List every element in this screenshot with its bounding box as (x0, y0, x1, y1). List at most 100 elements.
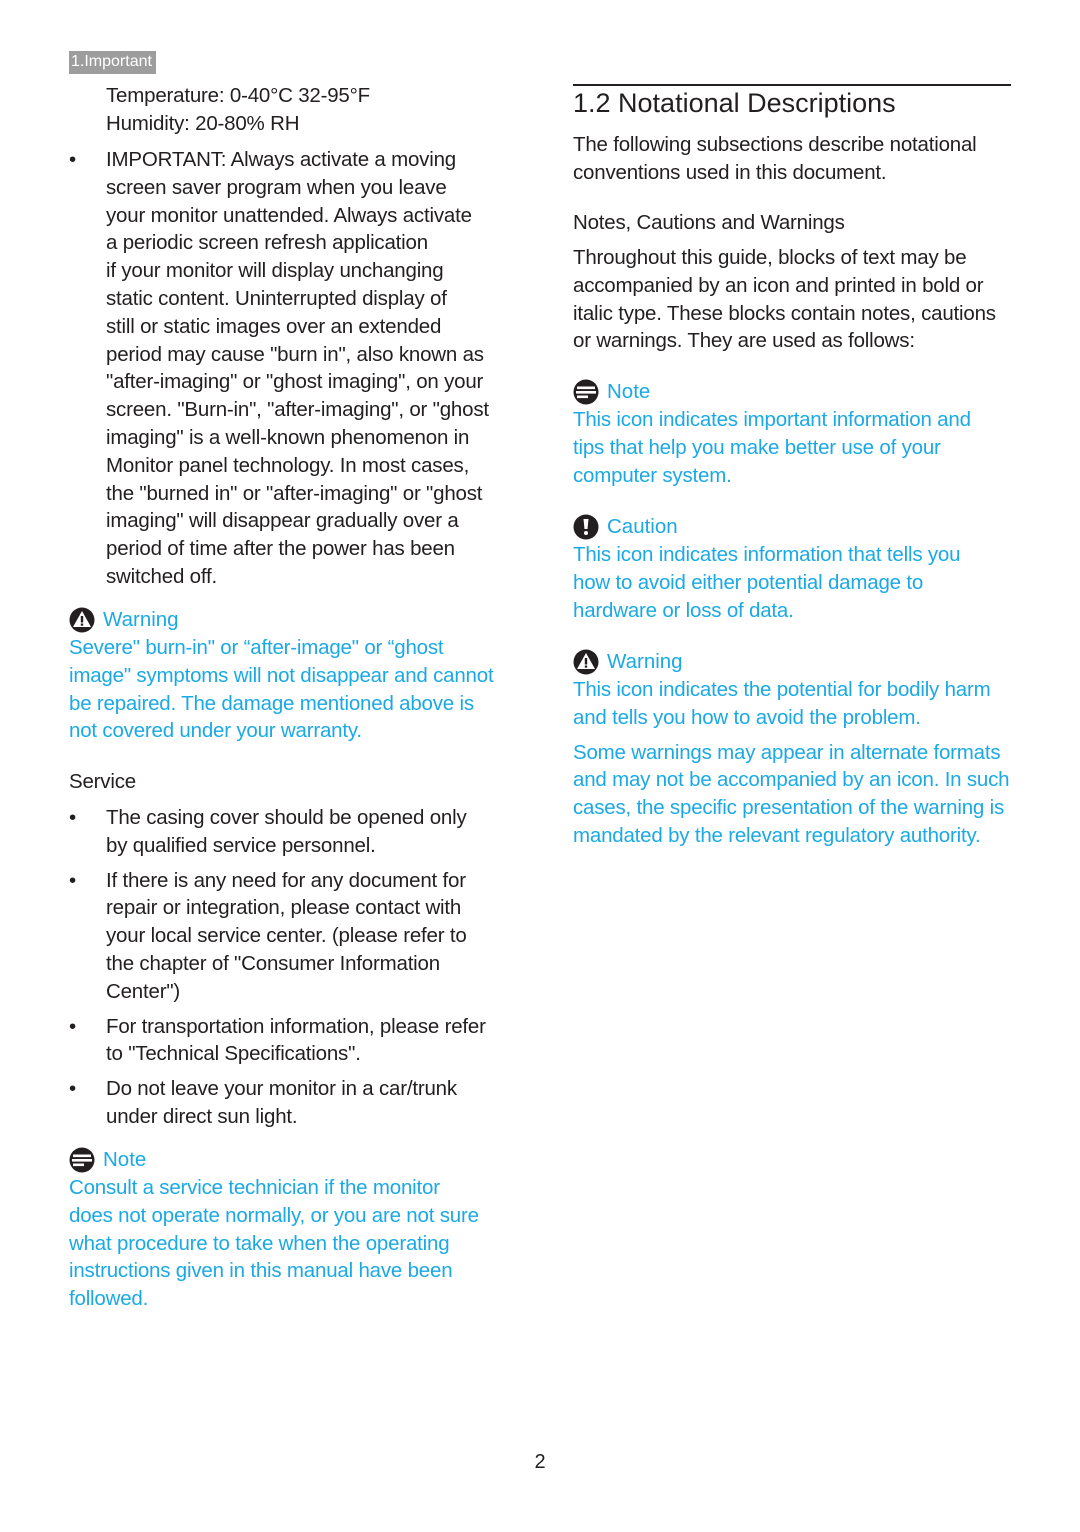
text-line: what procedure to take when the operatin… (69, 1231, 450, 1255)
text-line: not covered under your warranty. (69, 719, 362, 743)
important-bullet: • IMPORTANT: Always activate a moving scr… (69, 146, 551, 591)
text-line: how to avoid either potential damage to (573, 570, 924, 594)
text-line: italic type. These blocks contain notes,… (573, 301, 996, 325)
text-line: period of time after the power has been (106, 537, 455, 561)
warning-text: This icon indicates the potential for bo… (573, 676, 1011, 732)
warning-title: Warning (103, 608, 179, 631)
section-heading: 1.2 Notational Descriptions (573, 88, 896, 118)
text-line: mandated by the relevant regulatory auth… (573, 823, 981, 847)
text-line: repair or integration, please contact wi… (106, 896, 462, 920)
text-line: screen. "Burn-in", "after-imaging", or "… (106, 398, 489, 422)
humidity-spec: Humidity: 20-80% RH (106, 111, 300, 135)
warning-extra-text: Some warnings may appear in alternate fo… (573, 739, 1011, 850)
text-line: The following subsections describe notat… (573, 133, 977, 156)
text-line: image" symptoms will not disappear and c… (69, 663, 494, 687)
bullet-dot: • (69, 1014, 76, 1038)
text-line: Some warnings may appear in alternate fo… (573, 740, 1001, 764)
text-line: cases, the specific presentation of the … (573, 796, 1004, 820)
text-line: followed. (69, 1287, 149, 1311)
text-line: switched off. (106, 564, 217, 588)
text-line: Monitor panel technology. In most cases, (106, 453, 470, 477)
text-line: hardware or loss of data. (573, 598, 794, 622)
text-line: and tells you how to avoid the problem. (573, 705, 921, 729)
warning-block: Warning Severe" burn-in" or “after-image… (69, 606, 514, 745)
caution-title: Caution (607, 515, 678, 538)
text-line: under direct sun light. (106, 1104, 298, 1128)
caution-explain-block: Caution This icon indicates information … (573, 513, 1011, 624)
note-block: Note Consult a service technician if the… (69, 1146, 514, 1313)
caution-text: This icon indicates information that tel… (573, 541, 1011, 624)
text-line: Consult a service technician if the moni… (69, 1176, 440, 1199)
text-line: "after-imaging" or "ghost imaging", on y… (106, 370, 484, 394)
note-explain-block: Note This icon indicates important infor… (573, 378, 1011, 489)
caution-heading: Caution (573, 513, 1011, 541)
text-line: Center") (106, 979, 181, 1003)
text-line: static content. Uninterrupted display of (106, 286, 447, 310)
bullet-dot: • (69, 148, 76, 171)
text-line: If there is any need for any document fo… (106, 868, 466, 892)
service-list-item: • For transportation information, please … (69, 1013, 514, 1069)
temperature-spec: Temperature: 0-40°C 32-95°F (106, 84, 370, 107)
warning-heading: Warning (69, 606, 514, 634)
warning-icon (573, 649, 599, 675)
text-line: Throughout this guide, blocks of text ma… (573, 246, 967, 269)
text-line: or warnings. They are used as follows: (573, 329, 915, 353)
text-line: be repaired. The damage mentioned above … (69, 691, 474, 715)
warning-icon (69, 607, 95, 633)
text-line: computer system. (573, 463, 732, 487)
text-line: instructions given in this manual have b… (69, 1259, 453, 1283)
text-line: conventions used in this document. (573, 160, 887, 184)
text-line: The casing cover should be opened only (106, 806, 467, 829)
text-line: imaging" will disappear gradually over a (106, 509, 459, 533)
bullet-dot: • (69, 868, 76, 892)
text-line: This icon indicates important informatio… (573, 408, 971, 431)
text-line: if your monitor will display unchanging (106, 259, 444, 283)
note-icon (69, 1147, 95, 1173)
text-line: to "Technical Specifications". (106, 1042, 361, 1066)
note-title: Note (103, 1148, 147, 1171)
body-text: Throughout this guide, blocks of text ma… (573, 244, 1011, 355)
text-line: tips that help you make better use of yo… (573, 435, 941, 459)
bullet-dot: • (69, 1077, 76, 1101)
note-heading: Note (573, 378, 1011, 406)
text-line: IMPORTANT: Always activate a moving (106, 148, 456, 171)
service-list-item: • The casing cover should be opened only b… (69, 804, 514, 860)
text-line: your local service center. (please refer… (106, 924, 467, 948)
caution-icon (573, 514, 599, 540)
subheading: Notes, Cautions and Warnings (573, 211, 845, 234)
text-line: imaging" is a well-known phenomenon in (106, 425, 470, 449)
note-icon (573, 379, 599, 405)
text-line: the chapter of "Consumer Information (106, 951, 440, 975)
intro-text: The following subsections describe notat… (573, 131, 1011, 187)
service-list: • The casing cover should be opened only b… (69, 804, 514, 1138)
text-line: a periodic screen refresh application (106, 231, 428, 255)
note-text: Consult a service technician if the moni… (69, 1174, 514, 1313)
text-line: still or static images over an extended (106, 314, 442, 338)
warning-text: Severe" burn-in" or “after-image" or “gh… (69, 634, 514, 745)
text-line: This icon indicates information that tel… (573, 543, 961, 566)
service-list-item: • If there is any need for any document f… (69, 867, 514, 1006)
text-line: Do not leave your monitor in a car/trunk (106, 1077, 457, 1101)
text-line: period may cause "burn in", also known a… (106, 342, 484, 366)
bullet-dot: • (69, 806, 76, 829)
note-heading: Note (69, 1146, 514, 1174)
text-line: your monitor unattended. Always activate (106, 203, 472, 227)
text-line: does not operate normally, or you are no… (69, 1203, 479, 1227)
text-line: the "burned in" or "after-imaging" or "g… (106, 481, 483, 505)
section-tag: 1.Important (69, 51, 156, 74)
warning-heading: Warning (573, 648, 1011, 676)
note-text: This icon indicates important informatio… (573, 406, 1011, 489)
warning-title: Warning (607, 650, 683, 673)
text-line: For transportation information, please r… (106, 1014, 486, 1038)
page-number: 2 (534, 1451, 546, 1473)
important-text: IMPORTANT: Always activate a moving scree… (106, 146, 551, 591)
note-title: Note (607, 380, 651, 403)
warning-explain-block: Warning This icon indicates the potentia… (573, 648, 1011, 850)
text-line: by qualified service personnel. (106, 833, 376, 857)
environment-specs: Temperature: 0-40°C 32-95°F Humidity: 20… (69, 82, 370, 138)
text-line: screen saver program when you leave (106, 175, 447, 199)
text-line: This icon indicates the potential for bo… (573, 678, 991, 701)
service-list-item: • Do not leave your monitor in a car/trun… (69, 1075, 514, 1131)
text-line: and may not be accompanied by an icon. I… (573, 768, 1010, 792)
text-line: Severe" burn-in" or “after-image" or “gh… (69, 636, 444, 659)
